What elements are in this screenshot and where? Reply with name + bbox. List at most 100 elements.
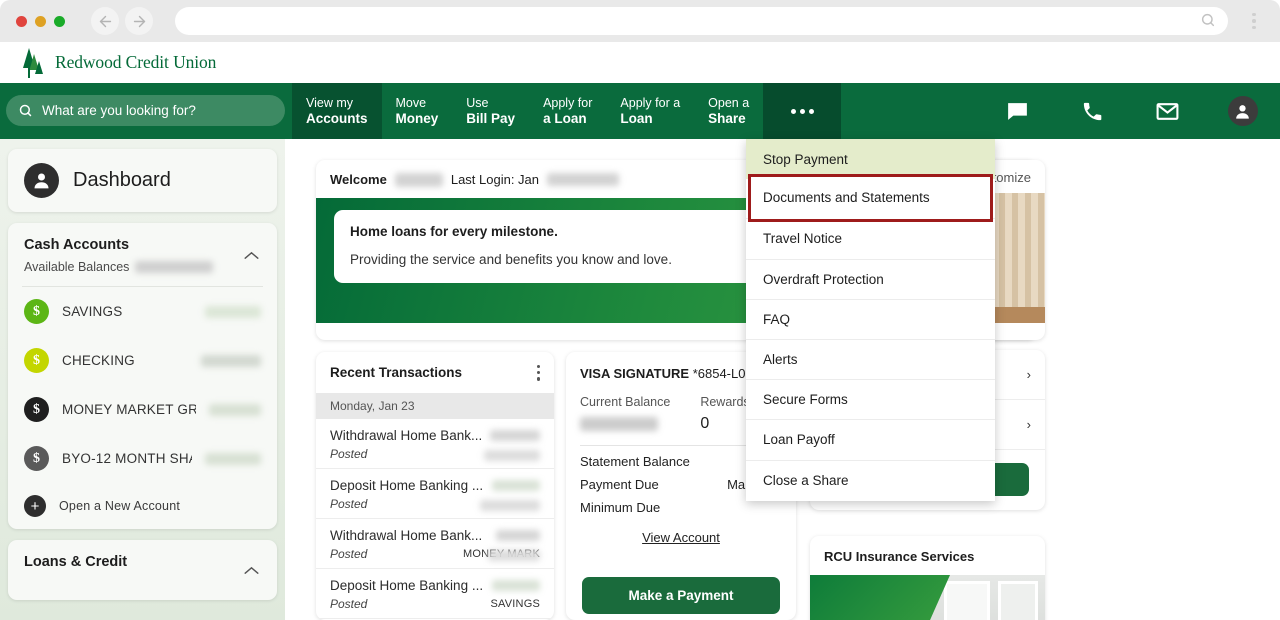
open-new-account-button[interactable]: + Open a New Account: [8, 483, 277, 529]
visa-card-number: *6854-L02: [692, 366, 753, 381]
menu-item-close-a-share[interactable]: Close a Share: [746, 461, 995, 501]
nav-item-line2: Money: [395, 111, 439, 126]
minimize-window-button[interactable]: [35, 15, 46, 27]
brand-name: Redwood Credit Union: [55, 52, 217, 72]
browser-chrome: [0, 0, 1280, 42]
account-name: SAVINGS: [62, 304, 123, 319]
rcu-insurance-card: RCU Insurance Services Protect the: [810, 536, 1045, 620]
forward-arrow-icon[interactable]: [125, 7, 153, 35]
transaction-amount-redacted: [492, 479, 540, 491]
account-balance-redacted: [205, 305, 261, 318]
menu-item-secure-forms[interactable]: Secure Forms: [746, 380, 995, 421]
table-row[interactable]: Deposit Home Banking ... Posted SAVINGS: [316, 569, 554, 619]
rcu-insurance-title: RCU Insurance Services: [824, 549, 975, 564]
last-login-label: Last Login: Jan: [450, 172, 540, 187]
available-balances-label: Available Balances: [24, 260, 130, 274]
envelope-icon[interactable]: [1130, 83, 1205, 139]
nav-items: View my Accounts Move Money Use Bill Pay…: [292, 83, 842, 139]
open-new-account-label: Open a New Account: [59, 499, 181, 513]
menu-item-alerts[interactable]: Alerts: [746, 340, 995, 381]
transaction-balance-redacted: [480, 499, 540, 511]
close-window-button[interactable]: [16, 15, 27, 27]
menu-item-loan-payoff[interactable]: Loan Payoff: [746, 420, 995, 461]
nav-item-line2: Loan: [620, 111, 653, 126]
search-icon[interactable]: [1200, 12, 1216, 33]
dashboard-label: Dashboard: [73, 169, 171, 191]
nav-item-line1: Use: [466, 96, 489, 110]
recent-transactions-title: Recent Transactions: [330, 365, 463, 381]
maximize-window-button[interactable]: [54, 15, 65, 27]
transaction-status: Posted: [330, 446, 368, 461]
recent-transactions-card: Recent Transactions Monday, Jan 23 Withd…: [316, 352, 554, 620]
make-a-payment-button[interactable]: Make a Payment: [582, 577, 780, 614]
current-balance-block: Current Balance: [580, 395, 670, 433]
loans-credit-card: Loans & Credit: [8, 540, 277, 600]
back-arrow-icon[interactable]: [91, 7, 119, 35]
sidebar-account-money-market-grow[interactable]: $ MONEY MARKET GROW: [8, 385, 277, 434]
window-controls[interactable]: [0, 15, 65, 27]
chevron-right-icon: ›: [1026, 367, 1031, 382]
search-icon: [19, 104, 32, 117]
recent-transactions-header: Recent Transactions: [316, 352, 554, 393]
nav-item-apply-for-a-loan[interactable]: Apply for a Loan: [529, 83, 606, 139]
visa-card-name: VISA SIGNATURE: [580, 366, 690, 381]
table-row[interactable]: Withdrawal Home Bank... Posted: [316, 419, 554, 469]
rewards-block: Rewards 0: [700, 395, 749, 433]
current-balance-redacted: [580, 417, 658, 431]
dollar-coin-icon: $: [24, 348, 49, 373]
ellipsis-icon[interactable]: [763, 83, 842, 139]
nav-item-line1: Apply for a: [620, 96, 681, 110]
menu-item-stop-payment[interactable]: Stop Payment: [746, 139, 995, 180]
nav-item-use-bill-pay[interactable]: Use Bill Pay: [452, 83, 529, 139]
brand-bar: Redwood Credit Union: [0, 42, 1280, 83]
plus-circle-icon: +: [24, 495, 46, 517]
rcu-insurance-image: Protect the: [810, 575, 1045, 620]
account-name: BYO-12 MONTH SHA...: [62, 451, 192, 466]
nav-item-open-a-share[interactable]: Open a Share: [694, 83, 763, 139]
account-balance-redacted: [209, 403, 261, 416]
rewards-value: 0: [700, 415, 710, 432]
transaction-balance-redacted: [488, 549, 540, 561]
sidebar-item-dashboard[interactable]: Dashboard: [8, 149, 277, 212]
chat-icon[interactable]: [980, 83, 1055, 139]
view-account-link[interactable]: View Account: [566, 530, 796, 545]
user-avatar-icon: [24, 163, 59, 198]
nav-item-line2: Bill Pay: [466, 111, 516, 126]
nav-item-line1: Move: [395, 96, 427, 110]
current-balance-label: Current Balance: [580, 395, 671, 409]
loans-credit-title: Loans & Credit: [24, 554, 128, 570]
user-avatar-icon[interactable]: [1205, 83, 1280, 139]
nav-item-apply-for-a-loan-2[interactable]: Apply for a Loan: [606, 83, 694, 139]
menu-item-travel-notice[interactable]: Travel Notice: [746, 219, 995, 260]
nav-item-view-my-accounts[interactable]: View my Accounts: [292, 83, 382, 139]
highlighted-menu-item-label: Documents and Statements: [763, 190, 930, 205]
redwood-tree-logo: [23, 47, 43, 78]
nav-item-line1: View my: [306, 96, 354, 110]
nav-item-move-money[interactable]: Move Money: [382, 83, 453, 139]
sidebar-account-savings[interactable]: $ SAVINGS: [8, 287, 277, 336]
menu-item-overdraft-protection[interactable]: Overdraft Protection: [746, 260, 995, 300]
welcome-name-redacted: [394, 172, 443, 187]
kebab-menu-icon[interactable]: [1242, 12, 1266, 30]
table-row[interactable]: Withdrawal Home Bank... Posted MONEY MAR…: [316, 519, 554, 569]
chevron-up-icon[interactable]: [244, 247, 259, 265]
search-input[interactable]: What are you looking for?: [6, 95, 285, 126]
kebab-menu-icon[interactable]: [536, 365, 540, 381]
phone-icon[interactable]: [1055, 83, 1130, 139]
menu-item-faq[interactable]: FAQ: [746, 300, 995, 340]
sidebar-account-checking[interactable]: $ CHECKING: [8, 336, 277, 385]
account-name: CHECKING: [62, 353, 135, 368]
address-bar[interactable]: [175, 7, 1228, 35]
dollar-coin-icon: $: [24, 397, 49, 422]
sidebar: Dashboard Cash Accounts Available Balanc…: [0, 139, 285, 620]
table-row[interactable]: Deposit Home Banking ... Posted: [316, 469, 554, 519]
loans-credit-header[interactable]: Loans & Credit: [8, 540, 277, 580]
app-window: Redwood Credit Union What are you lookin…: [0, 0, 1280, 620]
nav-item-line2: a Loan: [543, 111, 587, 126]
chevron-up-icon[interactable]: [244, 562, 259, 580]
cash-accounts-header[interactable]: Cash Accounts Available Balances: [8, 223, 277, 282]
transaction-balance-redacted: [484, 449, 540, 461]
nav-item-line2: Share: [708, 111, 746, 126]
sidebar-account-byo-12-month-share[interactable]: $ BYO-12 MONTH SHA...: [8, 434, 277, 483]
account-balance-redacted: [205, 452, 261, 465]
